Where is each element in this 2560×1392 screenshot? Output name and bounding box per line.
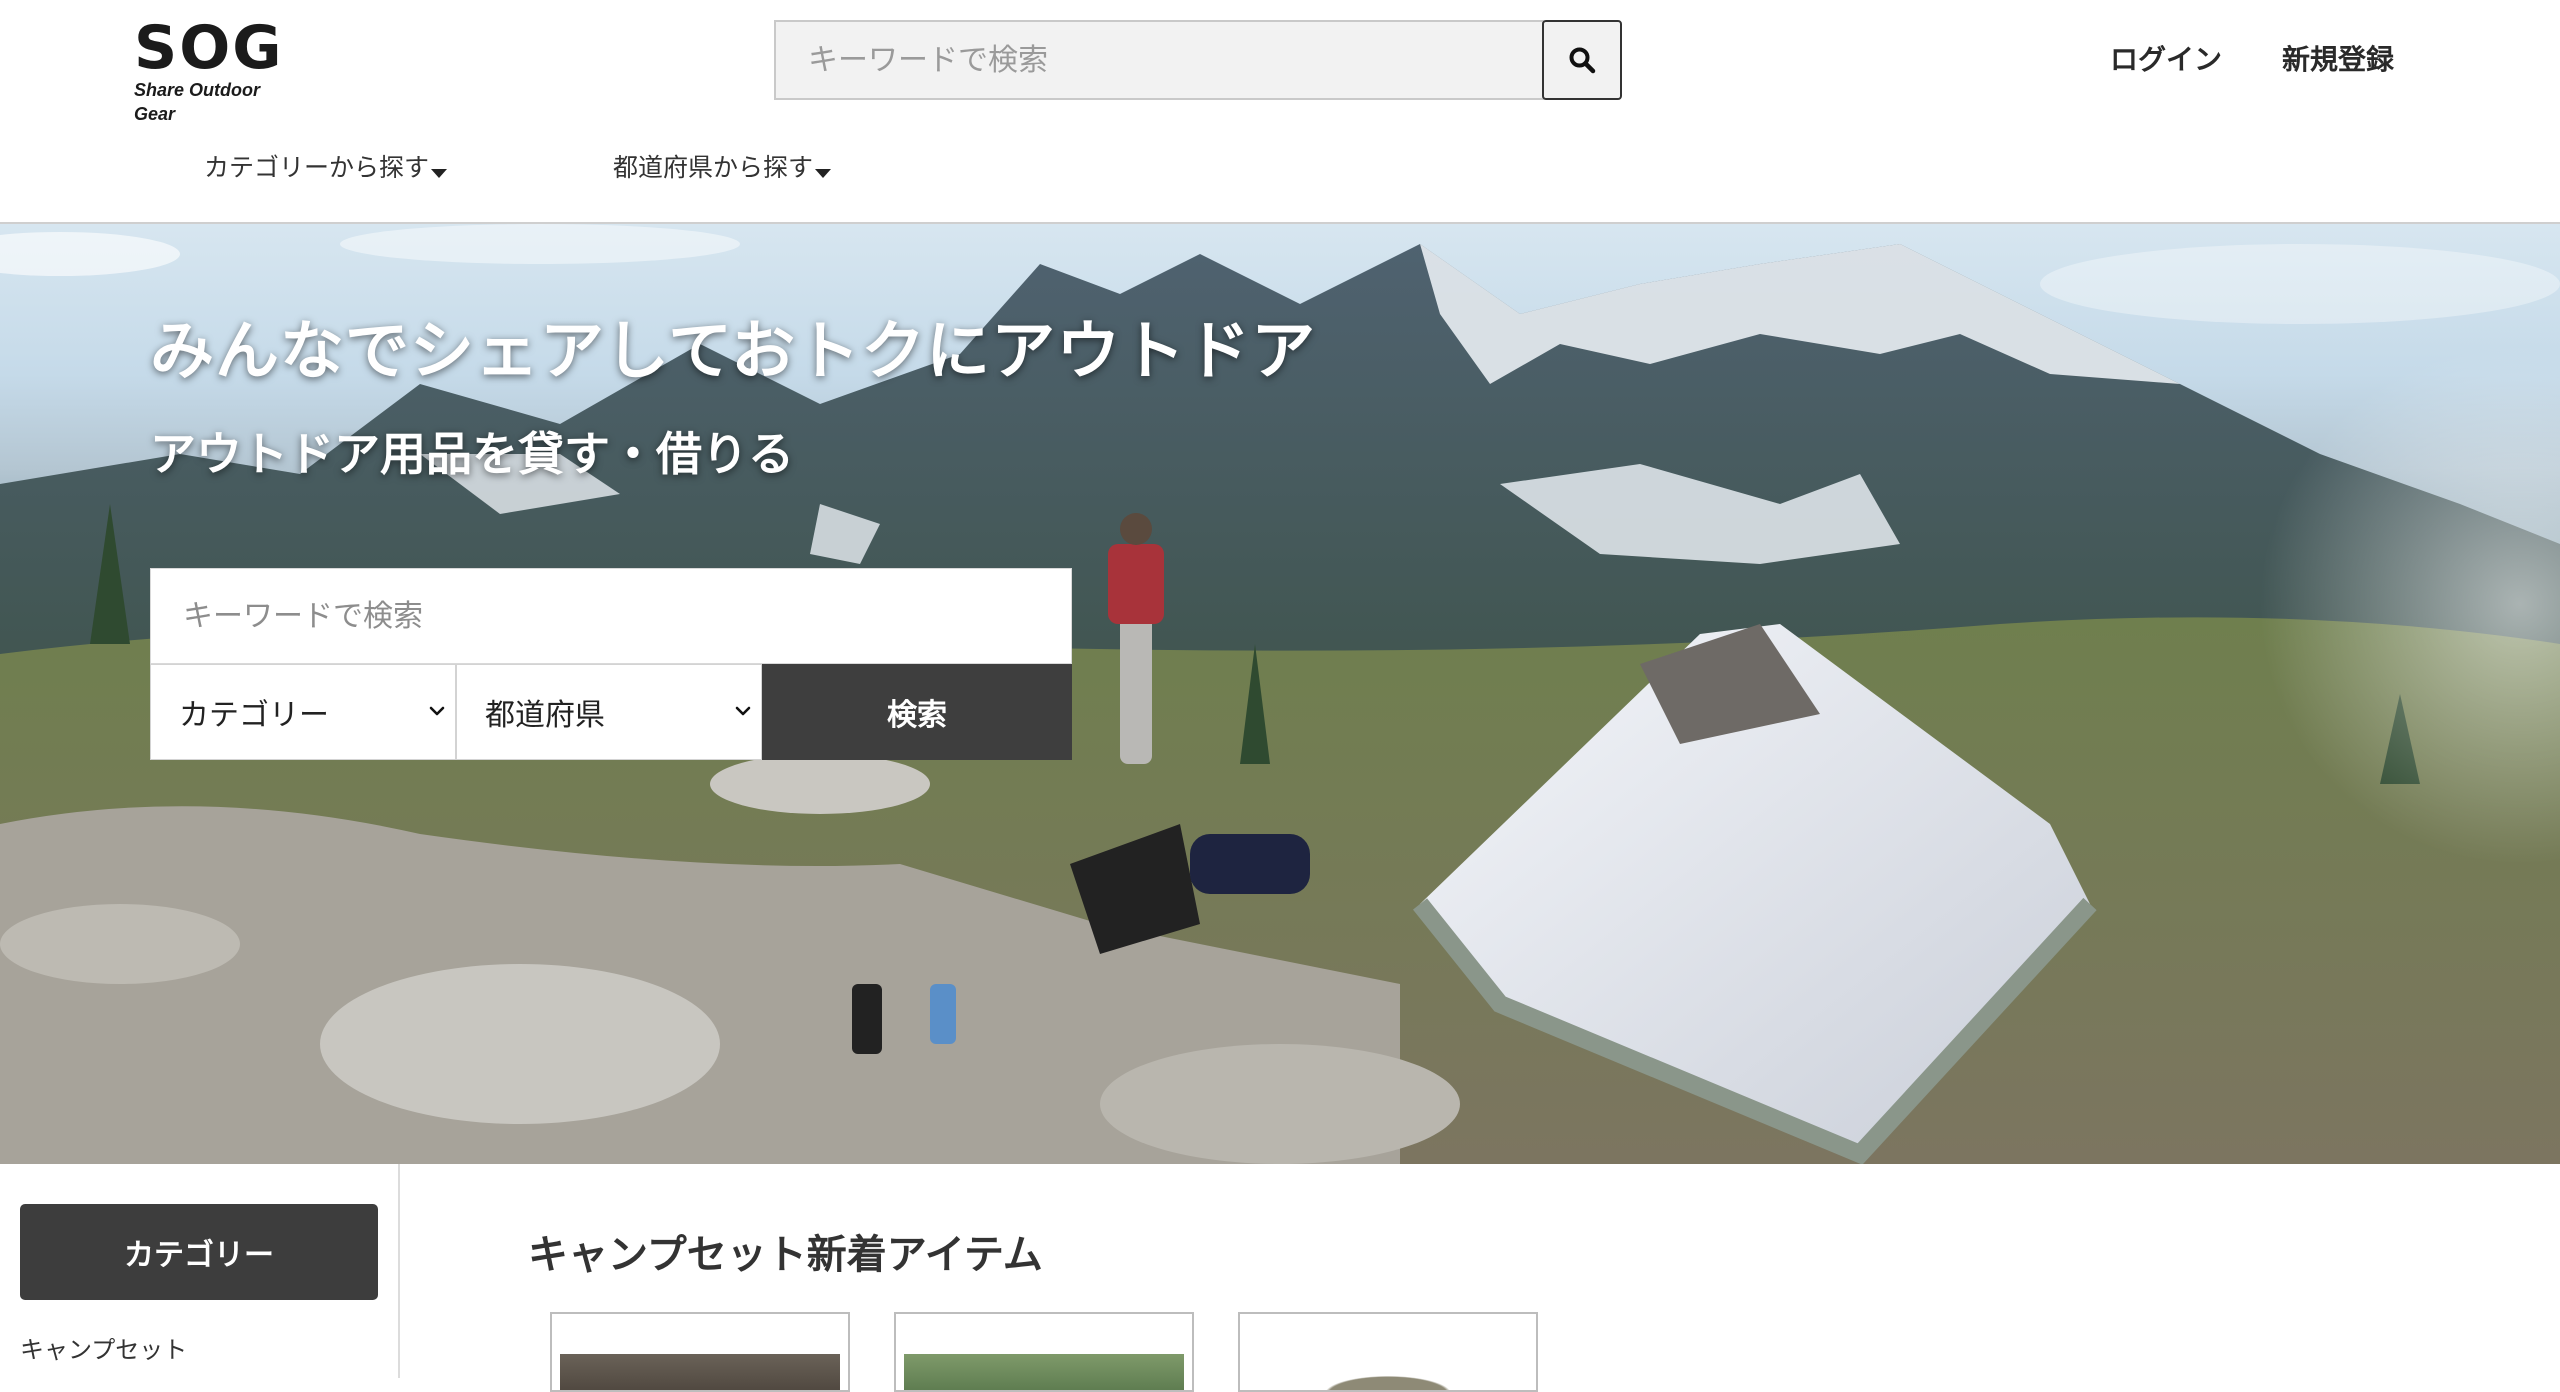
- logo-mark: SOG: [134, 13, 284, 83]
- item-thumbnail: [904, 1354, 1184, 1390]
- logo-subtitle: Share Outdoor Gear: [134, 80, 261, 124]
- browse-nav: カテゴリーから探す 都道府県から探す: [204, 148, 832, 188]
- site-header: SOG Share Outdoor Gear ログイン 新規登録 カテゴリーから…: [0, 0, 2560, 224]
- category-select-value: カテゴリー: [179, 698, 329, 733]
- section-title: キャンプセット新着アイテム: [528, 1232, 1043, 1278]
- browse-by-prefecture-dropdown[interactable]: 都道府県から探す: [613, 148, 832, 188]
- item-thumbnail: [560, 1354, 840, 1390]
- caret-down-icon: [815, 168, 832, 178]
- sidebar-item-camp-set[interactable]: キャンプセット: [20, 1330, 187, 1365]
- item-card[interactable]: [894, 1312, 1194, 1392]
- header-search: [774, 20, 1622, 100]
- item-thumbnail: [1248, 1354, 1528, 1390]
- hero-title: みんなでシェアしておトクにアウトドア: [150, 315, 1317, 389]
- browse-by-category-dropdown[interactable]: カテゴリーから探す: [204, 148, 448, 188]
- login-link[interactable]: ログイン: [2110, 36, 2222, 84]
- chevron-down-icon: [735, 706, 751, 716]
- register-link[interactable]: 新規登録: [2282, 36, 2394, 84]
- item-card[interactable]: [550, 1312, 850, 1392]
- site-logo[interactable]: SOG Share Outdoor Gear: [134, 13, 304, 124]
- hero-search-button[interactable]: 検索: [762, 664, 1072, 760]
- sidebar-heading: カテゴリー: [20, 1204, 378, 1300]
- browse-by-prefecture-label: 都道府県から探す: [613, 153, 814, 182]
- chevron-down-icon: [429, 706, 445, 716]
- hero-search-input[interactable]: [150, 568, 1072, 664]
- browse-by-category-label: カテゴリーから探す: [204, 153, 430, 182]
- prefecture-select[interactable]: 都道府県: [456, 664, 762, 760]
- auth-links: ログイン 新規登録: [2110, 36, 2394, 84]
- hero-search-filters: カテゴリー 都道府県 検索: [150, 664, 1072, 760]
- category-select[interactable]: カテゴリー: [150, 664, 456, 760]
- hero-search-form: カテゴリー 都道府県 検索: [150, 568, 1072, 760]
- item-card[interactable]: [1238, 1312, 1538, 1392]
- caret-down-icon: [431, 168, 448, 178]
- prefecture-select-value: 都道府県: [485, 698, 605, 733]
- category-sidebar: カテゴリー キャンプセット: [0, 1164, 400, 1378]
- search-icon: [1569, 47, 1596, 74]
- hero-subtitle: アウトドア用品を貸す・借りる: [150, 427, 794, 481]
- hero-banner: みんなでシェアしておトクにアウトドア アウトドア用品を貸す・借りる カテゴリー …: [0, 224, 2560, 1164]
- header-search-button[interactable]: [1542, 20, 1622, 100]
- header-search-input[interactable]: [774, 20, 1544, 100]
